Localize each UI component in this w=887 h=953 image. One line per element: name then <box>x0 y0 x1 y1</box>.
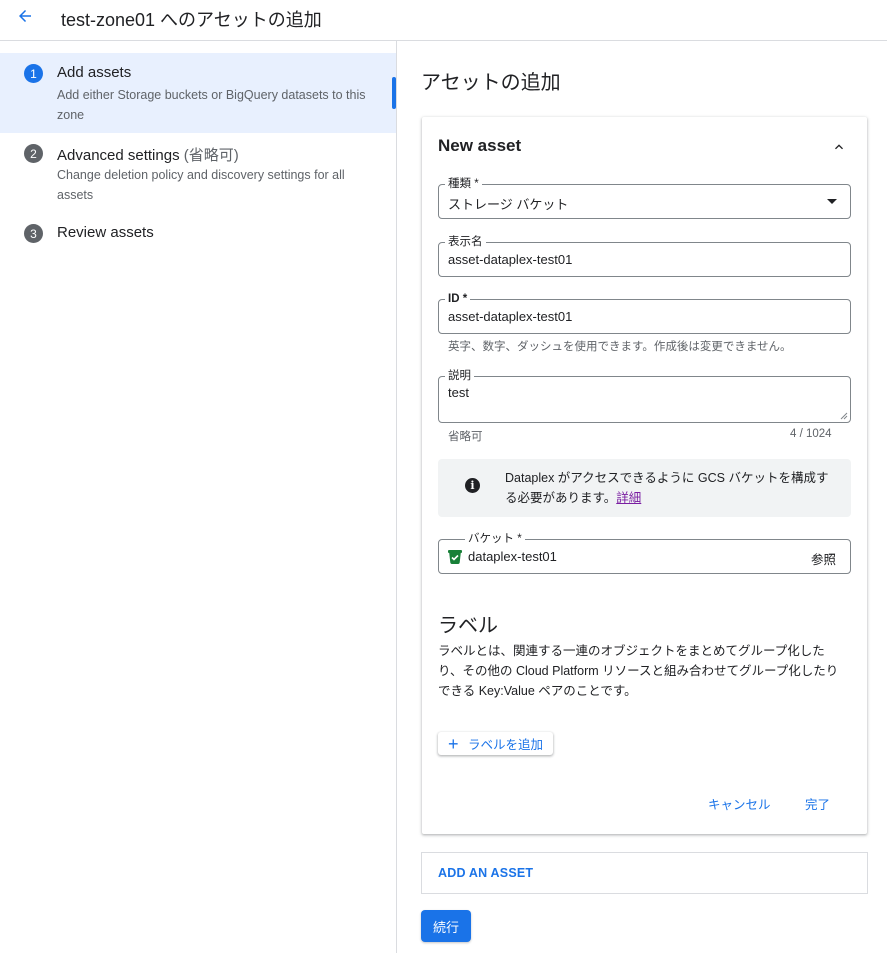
step-description: Add either Storage buckets or BigQuery d… <box>57 88 366 122</box>
section-title: アセットの追加 <box>421 72 561 94</box>
type-value: ストレージ バケット <box>448 197 569 212</box>
bucket-label: バケット * <box>465 532 525 546</box>
cancel-button[interactable]: キャンセル <box>708 794 771 813</box>
step-number-badge: 2 <box>24 144 43 163</box>
labels-heading: ラベル <box>438 615 498 637</box>
plus-icon: + <box>448 733 459 754</box>
id-value: asset-dataplex-test01 <box>448 309 573 324</box>
step-add-assets[interactable]: 1 Add assets Add either Storage buckets … <box>0 53 396 133</box>
type-label: 種類 * <box>445 177 482 191</box>
add-asset-text: ADD AN ASSET <box>438 866 534 880</box>
page-title: test-zone01 へのアセットの追加 <box>61 10 322 30</box>
display-name-field[interactable]: 表示名 asset-dataplex-test01 <box>438 235 851 277</box>
dropdown-arrow-icon <box>827 199 837 204</box>
info-message: Dataplex がアクセスできるように GCS バケットを構成する必要がありま… <box>505 471 829 505</box>
add-asset-button[interactable]: ADD AN ASSET <box>421 852 868 894</box>
character-counter: 4 / 1024 <box>790 428 832 440</box>
storage-bucket-icon <box>448 550 462 564</box>
continue-button[interactable]: 続行 <box>421 910 471 942</box>
info-banner: i Dataplex がアクセスできるように GCS バケットを構成する必要があ… <box>438 459 851 517</box>
info-text: Dataplex がアクセスできるように GCS バケットを構成する必要がありま… <box>505 468 835 508</box>
id-hint: 英字、数字、ダッシュを使用できます。作成後は変更できません。 <box>448 341 792 353</box>
add-label-button[interactable]: + ラベルを追加 <box>438 732 553 755</box>
labels-description: ラベルとは、関連する一連のオブジェクトをまとめてグループ化したり、その他の Cl… <box>438 644 839 698</box>
step-title: Review assets <box>57 224 154 241</box>
description-label: 説明 <box>445 369 474 383</box>
description-hint: 省略可 <box>448 431 483 443</box>
id-label: ID * <box>445 292 471 306</box>
info-icon: i <box>465 478 480 493</box>
display-name-label: 表示名 <box>445 235 486 249</box>
id-field[interactable]: ID * asset-dataplex-test01 <box>438 292 851 334</box>
top-bar: test-zone01 へのアセットの追加 <box>0 0 887 41</box>
done-button[interactable]: 完了 <box>805 794 830 813</box>
bucket-field[interactable]: バケット * dataplex-test01 参照 <box>438 532 851 574</box>
step-number-badge: 3 <box>24 224 43 243</box>
back-button[interactable] <box>14 5 36 27</box>
browse-button[interactable]: 参照 <box>811 549 836 568</box>
step-title: Advanced settings (省略可) <box>57 144 239 165</box>
resize-grip-icon[interactable] <box>840 412 848 420</box>
arrow-left-icon <box>19 10 31 22</box>
add-label-text: ラベルを追加 <box>468 738 544 752</box>
collapse-button[interactable] <box>828 137 850 157</box>
new-asset-card: New asset 種類 * ストレージ バケット 表示名 asset-data… <box>422 117 867 834</box>
type-select[interactable]: 種類 * ストレージ バケット <box>438 177 851 219</box>
step-title: Add assets <box>57 64 132 81</box>
stepper-panel: 1 Add assets Add either Storage buckets … <box>0 41 397 953</box>
step-review-assets[interactable]: 3 Review assets <box>0 213 396 253</box>
bucket-value: dataplex-test01 <box>468 549 557 564</box>
display-name-value: asset-dataplex-test01 <box>448 252 573 267</box>
step-title-text: Advanced settings <box>57 147 180 164</box>
card-title: New asset <box>438 136 522 155</box>
learn-more-link[interactable]: 詳細 <box>616 491 641 505</box>
step-description: Change deletion policy and discovery set… <box>57 168 345 202</box>
step-advanced-settings[interactable]: 2 Advanced settings (省略可) Change deletio… <box>0 133 396 213</box>
description-field[interactable]: 説明 test <box>438 369 851 423</box>
step-number-badge: 1 <box>24 64 43 83</box>
step-optional-tag: (省略可) <box>183 147 239 164</box>
chevron-up-icon <box>835 144 843 150</box>
active-step-indicator <box>392 77 396 109</box>
description-value: test <box>448 385 469 400</box>
